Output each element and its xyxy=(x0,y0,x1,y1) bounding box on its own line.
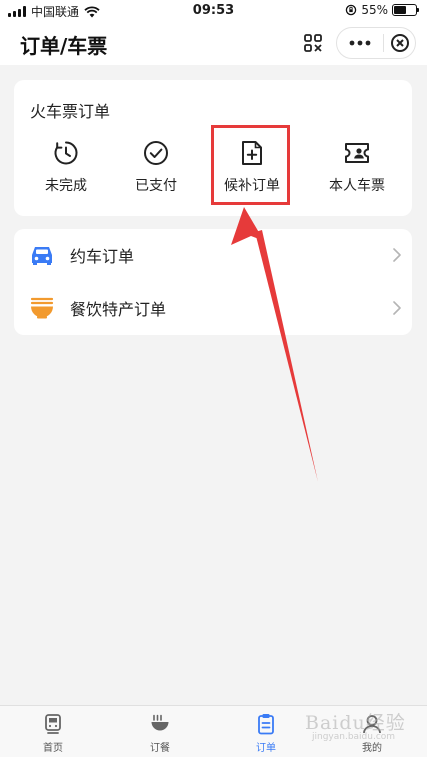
entry-paid[interactable]: 已支付 xyxy=(111,138,201,202)
entry-my-tickets-label: 本人车票 xyxy=(329,178,385,194)
more-icon xyxy=(349,40,371,46)
highlight-box xyxy=(211,125,290,205)
close-icon xyxy=(390,34,409,52)
chevron-right-icon xyxy=(393,248,401,262)
check-circle-icon xyxy=(144,141,168,165)
entry-my-tickets[interactable]: 本人车票 xyxy=(312,138,402,202)
noodle-bowl-icon xyxy=(30,297,54,319)
tab-label: 首页 xyxy=(43,743,63,754)
clipboard-icon xyxy=(258,714,274,735)
list-item-food-orders[interactable]: 餐饮特产订单 xyxy=(14,282,412,334)
entry-unfinished-label: 未完成 xyxy=(45,178,87,194)
id-ticket-icon xyxy=(345,143,369,163)
list-item-ride-orders[interactable]: 约车订单 xyxy=(14,229,412,281)
page-title: 订单/车票 xyxy=(20,34,108,58)
tab-home[interactable]: 首页 xyxy=(23,712,83,754)
bowl-icon xyxy=(151,714,169,731)
train-icon xyxy=(45,714,61,734)
entry-paid-label: 已支付 xyxy=(135,178,177,194)
list-item-label: 约车订单 xyxy=(70,247,135,266)
battery-percent: 55% xyxy=(361,3,388,17)
tab-label: 订单 xyxy=(256,743,276,754)
watermark-sub: jingyan.baidu.com xyxy=(312,732,396,742)
tab-food[interactable]: 订餐 xyxy=(130,712,190,754)
other-orders-list: 约车订单 餐饮特产订单 xyxy=(14,229,412,335)
entry-unfinished[interactable]: 未完成 xyxy=(21,138,111,202)
scan-button[interactable] xyxy=(298,28,328,58)
close-button[interactable] xyxy=(384,33,415,53)
chevron-right-icon xyxy=(393,301,401,315)
watermark: Baidu经验 xyxy=(305,712,406,734)
clock-icon xyxy=(54,141,78,165)
train-orders-title: 火车票订单 xyxy=(30,102,111,121)
car-icon xyxy=(32,247,52,265)
status-right: 55% xyxy=(345,3,419,17)
tab-orders[interactable]: 订单 xyxy=(236,712,296,754)
scan-icon xyxy=(304,34,322,52)
status-bar: 中国联通 09:53 55% xyxy=(0,0,427,22)
list-item-label: 餐饮特产订单 xyxy=(70,300,167,319)
battery-icon xyxy=(392,4,419,16)
orientation-lock-icon xyxy=(346,4,357,16)
more-button[interactable] xyxy=(337,40,383,46)
battery-fill xyxy=(394,6,406,14)
nav-bar: 订单/车票 xyxy=(0,22,427,65)
tab-label: 订餐 xyxy=(150,743,170,754)
miniprogram-capsule xyxy=(336,27,416,59)
